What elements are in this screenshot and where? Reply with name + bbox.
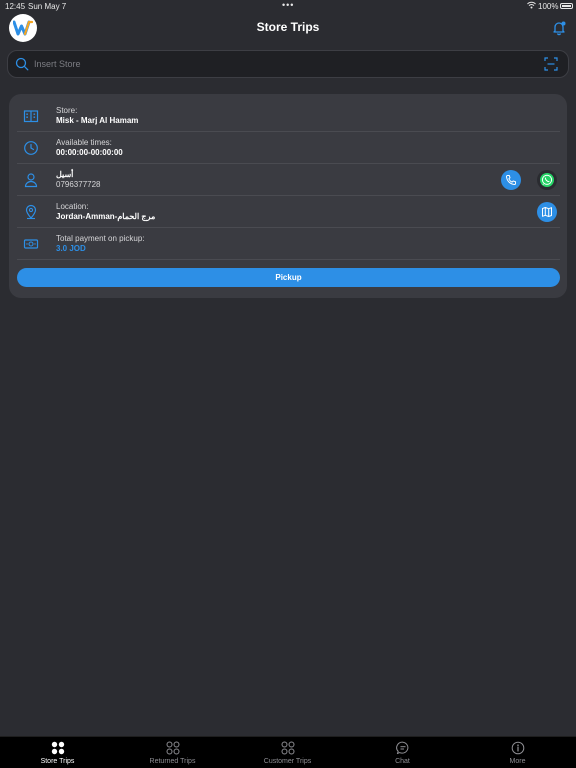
available-times-row: Available times: 00:00:00-00:00:00 <box>17 132 560 164</box>
whatsapp-icon <box>540 173 554 187</box>
tab-label: More <box>509 758 526 765</box>
multitasking-dots[interactable]: ••• <box>282 0 294 10</box>
contact-name: أسيل <box>56 170 74 179</box>
store-row: Store: Misk - Marj Al Hamam <box>17 100 560 132</box>
tab-label: Chat <box>395 758 410 765</box>
pickup-button[interactable]: Pickup <box>17 268 560 287</box>
tab-more[interactable]: More <box>460 737 575 768</box>
status-bar: 12:45 Sun May 7 ••• 100% <box>0 0 576 12</box>
map-icon <box>542 207 552 217</box>
cash-icon <box>23 239 39 249</box>
location-row: Location: Jordan-Amman-مرج الحمام <box>17 196 560 228</box>
barcode-scan-icon[interactable] <box>544 57 558 71</box>
user-icon <box>24 173 38 188</box>
payment-row: Total payment on pickup: 3.0 JOD <box>17 228 560 260</box>
search-icon <box>15 57 29 71</box>
payment-label: Total payment on pickup: <box>56 234 145 243</box>
battery-percent: 100% <box>538 2 559 11</box>
page-title: Store Trips <box>256 20 320 34</box>
location-pin-icon <box>25 204 37 220</box>
status-date: Sun May 7 <box>28 2 67 11</box>
wifi-icon <box>527 1 536 9</box>
bottom-tab-bar: Store Trips Returned Trips Customer Trip… <box>0 736 576 768</box>
tab-customer-trips[interactable]: Customer Trips <box>230 737 345 768</box>
tab-store-trips[interactable]: Store Trips <box>0 737 115 768</box>
available-times-label: Available times: <box>56 138 112 147</box>
phone-icon <box>506 175 516 185</box>
location-label: Location: <box>56 202 89 211</box>
location-value: Jordan-Amman-مرج الحمام <box>56 212 156 221</box>
clock-icon <box>24 141 38 155</box>
store-trip-card: Store: Misk - Marj Al Hamam Available ti… <box>9 94 567 298</box>
chat-icon <box>395 741 408 755</box>
tab-chat[interactable]: Chat <box>345 737 460 768</box>
tab-returned-trips[interactable]: Returned Trips <box>115 737 230 768</box>
status-time: 12:45 <box>5 2 26 11</box>
app-header: Store Trips <box>0 12 576 46</box>
contact-row: أسيل 0796377728 <box>17 164 560 196</box>
whatsapp-button[interactable] <box>537 170 557 190</box>
more-icon <box>511 741 524 755</box>
store-building-icon <box>23 110 39 123</box>
battery-icon <box>560 3 573 9</box>
available-times-value: 00:00:00-00:00:00 <box>56 148 123 157</box>
search-bar <box>7 50 569 78</box>
grid-outline-icon <box>166 741 179 755</box>
store-label: Store: <box>56 106 78 115</box>
store-value: Misk - Marj Al Hamam <box>56 116 139 125</box>
open-map-button[interactable] <box>537 202 557 222</box>
search-input[interactable] <box>34 56 534 72</box>
payment-value: 3.0 JOD <box>56 244 86 253</box>
grid-outline-icon <box>281 741 294 755</box>
tab-label: Customer Trips <box>263 758 312 765</box>
tab-label: Store Trips <box>40 758 75 765</box>
grid-filled-icon <box>51 741 64 755</box>
tab-label: Returned Trips <box>149 758 196 765</box>
contact-phone: 0796377728 <box>56 180 101 189</box>
call-button[interactable] <box>501 170 521 190</box>
notification-bell-icon[interactable] <box>551 20 567 36</box>
